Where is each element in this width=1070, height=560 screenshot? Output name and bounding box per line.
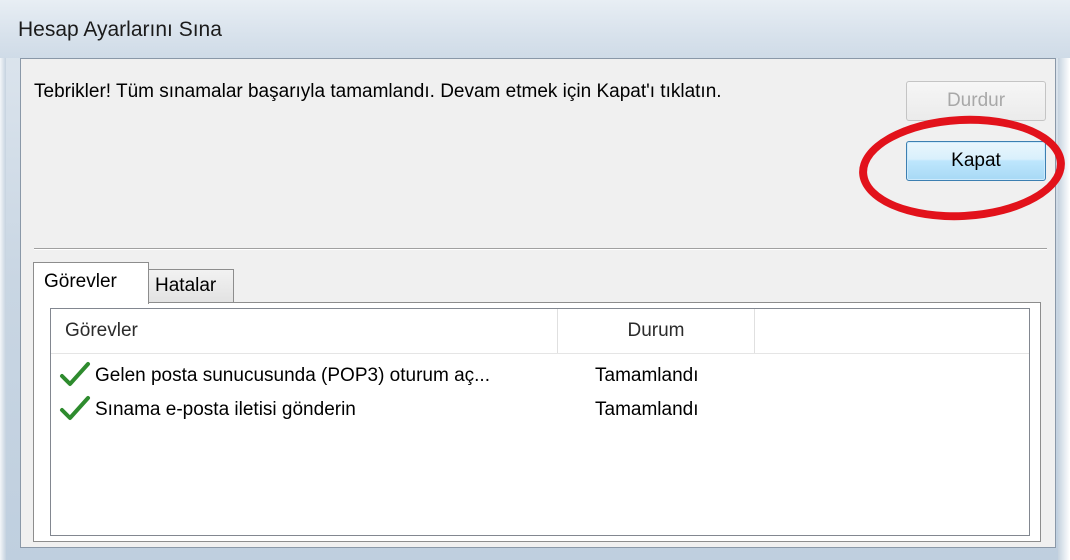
table-row[interactable]: Gelen posta sunucusunda (POP3) oturum aç…: [51, 361, 1029, 393]
separator-line: [34, 248, 1047, 250]
dialog-content: Tebrikler! Tüm sınamalar başarıyla tamam…: [20, 58, 1068, 548]
task-status: Tamamlandı: [595, 399, 699, 420]
title-bar[interactable]: Hesap Ayarlarını Sına: [0, 0, 1070, 58]
column-divider[interactable]: [754, 309, 755, 353]
task-name: Sınama e-posta iletisi gönderin: [95, 399, 356, 420]
column-header-status[interactable]: Durum: [558, 309, 754, 353]
task-name: Gelen posta sunucusunda (POP3) oturum aç…: [95, 365, 490, 386]
window-frame-left: [0, 0, 6, 560]
task-list[interactable]: Görevler Durum Gelen posta sunucusunda (…: [50, 308, 1030, 536]
window-title: Hesap Ayarlarını Sına: [18, 18, 222, 41]
tab-tasks[interactable]: Görevler: [33, 262, 149, 304]
check-icon: [59, 361, 91, 389]
tab-panel-tasks: Görevler Durum Gelen posta sunucusunda (…: [33, 302, 1041, 542]
tab-errors[interactable]: Hatalar: [148, 269, 234, 303]
task-status: Tamamlandı: [595, 365, 699, 386]
highlight-circle-annotation: [856, 110, 1068, 226]
table-row[interactable]: Sınama e-posta iletisi gönderin Tamamlan…: [51, 395, 1029, 427]
status-message: Tebrikler! Tüm sınamalar başarıyla tamam…: [34, 81, 722, 102]
column-header-tasks[interactable]: Görevler: [65, 309, 545, 353]
check-icon: [59, 395, 91, 423]
window-frame-right: [1058, 0, 1070, 560]
list-header: Görevler Durum: [51, 309, 1029, 354]
dialog-window: Hesap Ayarlarını Sına Tebrikler! Tüm sın…: [0, 0, 1070, 560]
